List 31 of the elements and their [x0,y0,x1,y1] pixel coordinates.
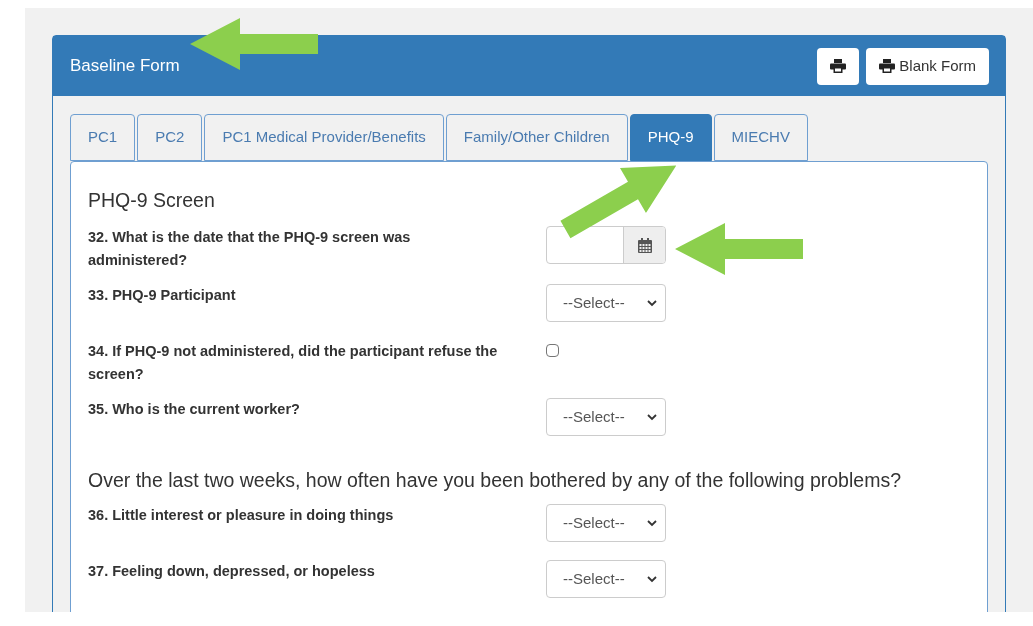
question-label: 36. Little interest or pleasure in doing things [88,506,395,525]
print-icon [830,59,847,73]
question-label: 32. What is the date that the PHQ-9 screen was administered? [88,228,412,270]
checkbox[interactable] [546,344,559,357]
select-dropdown[interactable]: --Select-- [546,504,666,542]
tab[interactable]: PHQ-9 [629,114,712,161]
print-icon [879,59,896,73]
chevron-down-icon [647,519,657,527]
tab[interactable]: MIECHV [713,114,808,161]
question-label: 33. PHQ-9 Participant [88,286,237,305]
section-heading: PHQ-9 Screen [88,188,216,212]
select-dropdown[interactable]: --Select-- [546,284,666,322]
chevron-down-icon [647,299,657,307]
tab[interactable]: PC1 Medical Provider/Benefits [204,114,444,161]
section-heading: Over the last two weeks, how often have you been bothered by any of the following problems? [88,468,902,492]
chevron-down-icon [647,413,657,421]
tab[interactable]: PC1 [70,114,136,161]
select-dropdown[interactable]: --Select-- [546,560,666,598]
print-button[interactable] [817,47,860,85]
arrow-icon [190,18,320,70]
question-label: 34. If PHQ-9 not administered, did the participant refuse the screen? [88,342,499,384]
select-dropdown[interactable]: --Select-- [546,398,666,436]
calendar-icon [637,237,652,253]
question-label: 37. Feeling down, depressed, or hopeless [88,562,376,581]
blank-form-button[interactable]: Blank Form [866,47,989,85]
tab[interactable]: PC2 [137,114,203,161]
question-label: 35. Who is the current worker? [88,400,301,419]
date-field[interactable] [546,226,666,264]
panel-title: Baseline Form [70,55,180,78]
tab[interactable]: Family/Other Children [445,114,628,161]
chevron-down-icon [647,575,657,583]
